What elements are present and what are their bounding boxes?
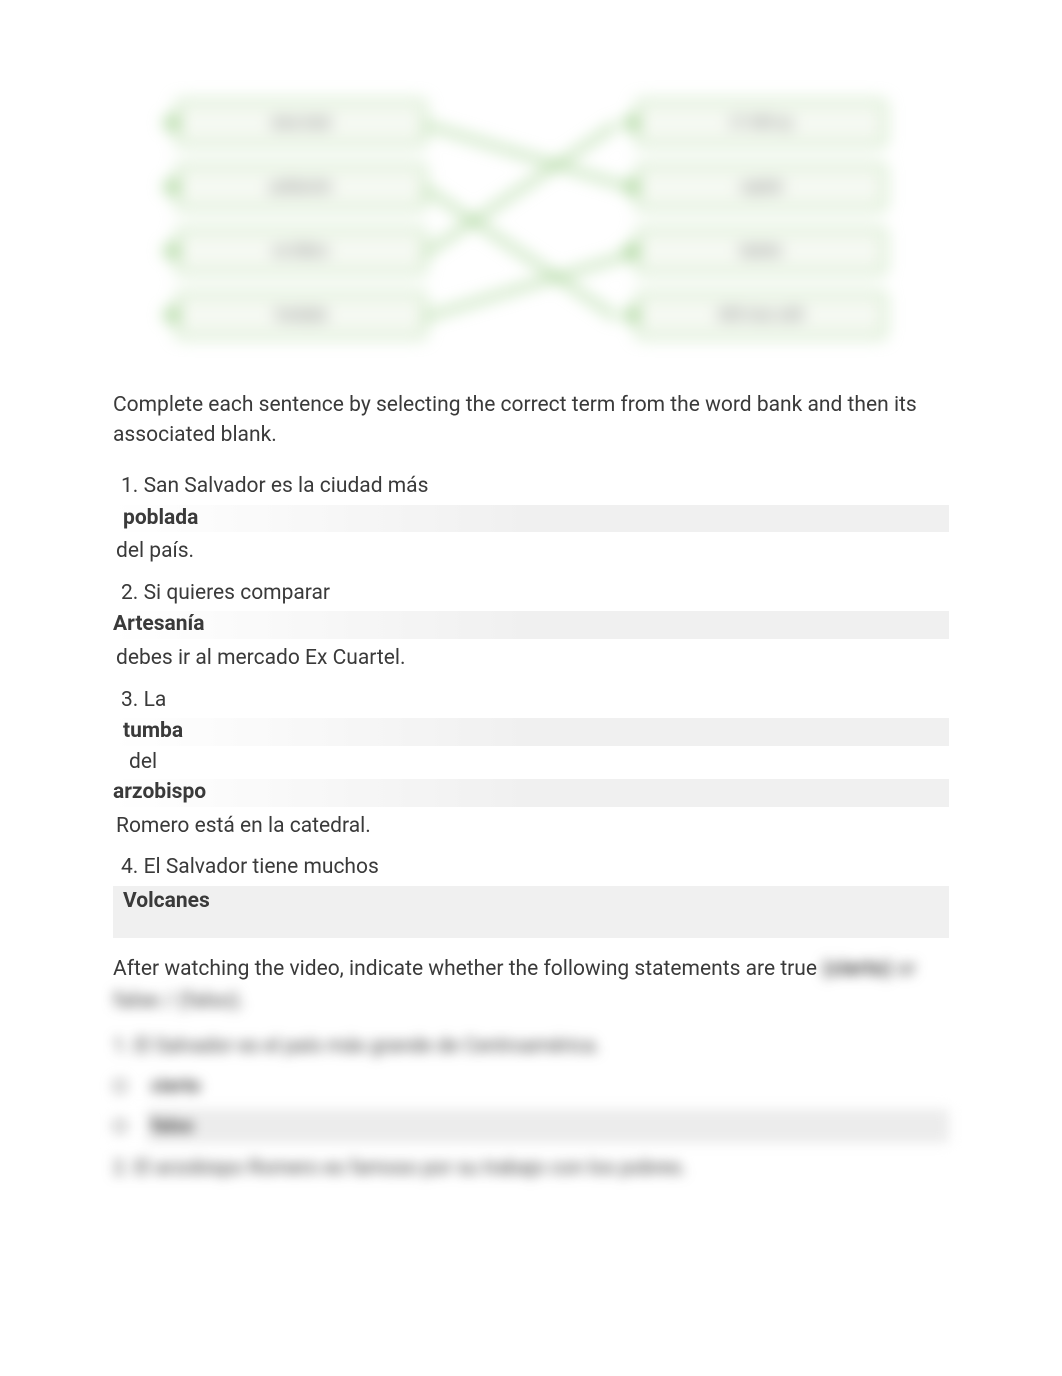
match-right-item[interactable]: 21 040 sq (636, 100, 886, 146)
radio-option-falso[interactable]: falso (113, 1109, 949, 1143)
match-left-item[interactable]: población (176, 164, 426, 210)
blurred-content: 1. El Salvador es el país más grande de … (113, 1027, 949, 1185)
answer-blank[interactable]: arzobispo (113, 779, 949, 806)
question-2: 2. El arzobispo Romero es famoso por su … (113, 1149, 949, 1185)
sentence-3: 3. La tumba del arzobispo Romero está en… (113, 683, 949, 847)
answer-blank[interactable]: Artesanía (113, 611, 949, 638)
answer-blank[interactable]: tumba (113, 718, 949, 745)
sentence-pre: El Salvador tiene muchos (144, 855, 379, 879)
match-right-item[interactable]: 600 mas café (636, 292, 886, 338)
match-left-item[interactable]: es ilídico (176, 228, 426, 274)
sentence-1: 1. San Salvador es la ciudad más poblada… (113, 469, 949, 572)
match-right-item[interactable]: capital (636, 164, 886, 210)
answer-blank[interactable]: poblada (113, 505, 949, 532)
match-left-item[interactable]: fundada (176, 292, 426, 338)
question-1: 1. El Salvador es el país más grande de … (113, 1027, 949, 1063)
sentence-2: 2. Si quieres comparar Artesanía debes i… (113, 576, 949, 679)
sentence-pre: La (144, 688, 167, 712)
matching-diagram: área total población es ilídico fundada … (176, 100, 886, 360)
sentence-mid: del (129, 746, 949, 780)
sentence-post: debes ir al mercado Ex Cuartel. (116, 639, 949, 679)
sentence-number: 3. (121, 688, 138, 712)
instructions-text: Complete each sentence by selecting the … (113, 390, 949, 451)
sentence-pre: Si quieres comparar (144, 581, 331, 605)
section2-lead: After watching the video, indicate wheth… (113, 957, 817, 981)
sentence-pre: San Salvador es la ciudad más (144, 474, 429, 498)
blurred-text: (cierto) (822, 957, 891, 981)
sentence-number: 4. (121, 855, 138, 879)
true-false-section: After watching the video, indicate wheth… (113, 954, 949, 1185)
answer-blank[interactable]: Volcanes (113, 886, 949, 938)
sentence-number: 1. (121, 474, 138, 498)
radio-icon (113, 1079, 127, 1093)
radio-icon (113, 1119, 127, 1133)
radio-option-cierto[interactable]: cierto (113, 1069, 949, 1103)
sentence-post: del país. (116, 532, 949, 572)
sentence-number: 2. (121, 581, 138, 605)
match-right-item[interactable]: balnés (636, 228, 886, 274)
sentence-4: 4. El Salvador tiene muchos Volcanes (113, 850, 949, 938)
document-page: área total población es ilídico fundada … (0, 0, 1062, 1345)
sentence-post: Romero está en la catedral. (116, 807, 949, 847)
match-left-item[interactable]: área total (176, 100, 426, 146)
